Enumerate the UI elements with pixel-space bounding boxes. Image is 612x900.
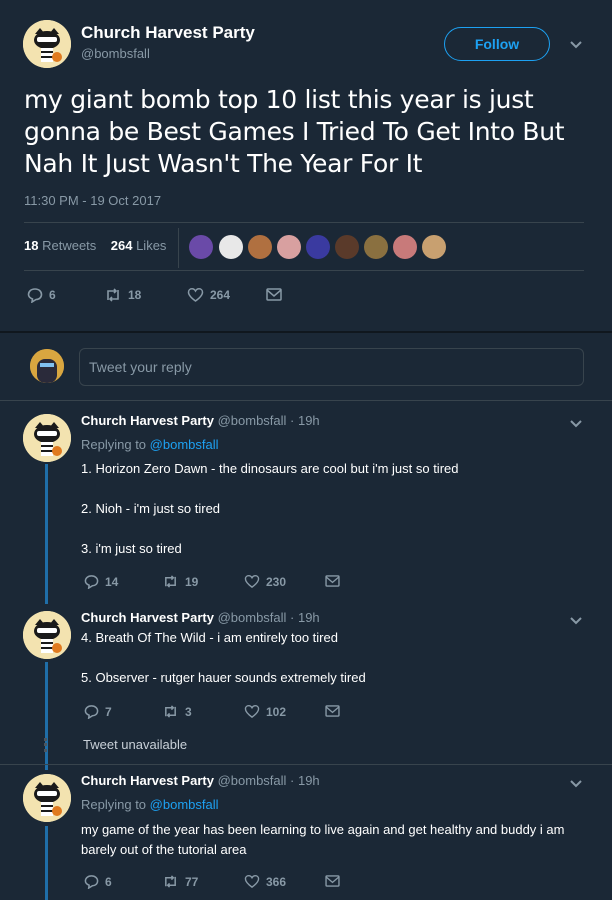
reply-avatar[interactable] <box>23 774 71 822</box>
reply-handle-time[interactable]: @bombsfall · 19h <box>218 773 320 788</box>
reply-handle-time[interactable]: @bombsfall · 19h <box>218 610 320 625</box>
heart-icon <box>244 574 260 589</box>
reply-author-name[interactable]: Church Harvest Party <box>81 610 214 625</box>
reply-author-name[interactable]: Church Harvest Party <box>81 773 214 788</box>
follow-button[interactable]: Follow <box>444 27 550 61</box>
liker-avatar[interactable] <box>219 235 243 259</box>
reply-count: 6 <box>49 288 56 302</box>
author-handle[interactable]: @bombsfall <box>81 46 150 61</box>
reply-icon <box>84 704 99 719</box>
chevron-down-icon[interactable] <box>569 779 583 789</box>
mail-icon <box>325 875 340 887</box>
liker-avatar[interactable] <box>189 235 213 259</box>
divider <box>0 331 612 333</box>
divider <box>24 270 584 271</box>
mail-icon <box>325 705 340 717</box>
reply-input[interactable]: Tweet your reply <box>79 348 584 386</box>
reply-action[interactable]: 6 <box>84 874 112 889</box>
retweet-icon <box>104 287 122 303</box>
retweet-icon <box>162 704 179 719</box>
reply-action[interactable]: 14 <box>84 574 118 589</box>
liker-avatar[interactable] <box>422 235 446 259</box>
message-action[interactable] <box>325 705 340 717</box>
mail-icon <box>325 575 340 587</box>
reply-avatar[interactable] <box>23 611 71 659</box>
liker-avatar[interactable] <box>335 235 359 259</box>
retweets-stat[interactable]: 18 Retweets <box>24 238 96 253</box>
retweet-action[interactable]: 77 <box>162 874 198 889</box>
like-action[interactable]: 264 <box>187 287 230 303</box>
liker-avatar[interactable] <box>393 235 417 259</box>
reply-header: Church Harvest Party @bombsfall · 19h <box>81 413 320 428</box>
like-action[interactable]: 230 <box>244 574 286 589</box>
chevron-down-icon[interactable] <box>569 419 583 429</box>
liker-avatar[interactable] <box>248 235 272 259</box>
liker-avatar[interactable] <box>277 235 301 259</box>
retweet-action[interactable]: 18 <box>104 287 141 303</box>
tweet-text: my giant bomb top 10 list this year is j… <box>24 85 565 178</box>
thread-line <box>45 464 48 604</box>
author-avatar[interactable] <box>23 20 71 68</box>
tweet-stats: 18 Retweets 264 Likes <box>24 238 166 253</box>
heart-icon <box>244 704 260 719</box>
thread-line <box>45 826 48 900</box>
message-action[interactable] <box>325 575 340 587</box>
replying-to: Replying to @bombsfall <box>81 437 219 452</box>
user-avatar[interactable] <box>30 349 64 383</box>
retweet-icon <box>162 574 179 589</box>
divider <box>0 400 612 401</box>
stats-divider <box>178 228 179 268</box>
liker-avatar[interactable] <box>306 235 330 259</box>
reply-header: Church Harvest Party @bombsfall · 19h <box>81 610 320 625</box>
likes-stat[interactable]: 264 Likes <box>111 238 167 253</box>
reply-handle-time[interactable]: @bombsfall · 19h <box>218 413 320 428</box>
replying-to-link[interactable]: @bombsfall <box>150 437 219 452</box>
liker-avatar[interactable] <box>364 235 388 259</box>
retweet-action[interactable]: 3 <box>162 704 192 719</box>
reply-action[interactable]: 7 <box>84 704 112 719</box>
chevron-down-icon[interactable] <box>569 616 583 626</box>
heart-icon <box>244 874 260 889</box>
divider <box>0 764 612 765</box>
message-action[interactable] <box>266 288 282 301</box>
replying-to-link[interactable]: @bombsfall <box>150 797 219 812</box>
like-count: 264 <box>210 288 231 302</box>
reply-icon <box>84 874 99 889</box>
retweet-icon <box>162 874 179 889</box>
reply-text: 1. Horizon Zero Dawn - the dinosaurs are… <box>81 461 459 556</box>
tweet-timestamp[interactable]: 11:30 PM - 19 Oct 2017 <box>24 193 161 208</box>
replying-to: Replying to @bombsfall <box>81 797 219 812</box>
reply-header: Church Harvest Party @bombsfall · 19h <box>81 773 320 788</box>
chevron-down-icon[interactable] <box>569 40 583 50</box>
mail-icon <box>266 288 282 301</box>
reply-icon <box>84 574 99 589</box>
thread-dots <box>44 738 49 752</box>
reply-text: 4. Breath Of The Wild - i am entirely to… <box>81 630 366 685</box>
like-action[interactable]: 366 <box>244 874 286 889</box>
retweet-action[interactable]: 19 <box>162 574 198 589</box>
author-name[interactable]: Church Harvest Party <box>81 23 255 43</box>
reply-avatar[interactable] <box>23 414 71 462</box>
message-action[interactable] <box>325 875 340 887</box>
reply-icon <box>27 287 43 303</box>
reply-author-name[interactable]: Church Harvest Party <box>81 413 214 428</box>
reply-text: my game of the year has been learning to… <box>81 822 565 857</box>
thread-line <box>45 662 48 770</box>
reply-action[interactable]: 6 <box>27 287 56 303</box>
tweet-unavailable: Tweet unavailable <box>83 737 188 752</box>
retweet-count: 18 <box>128 288 142 302</box>
like-action[interactable]: 102 <box>244 704 286 719</box>
divider <box>24 222 584 223</box>
heart-icon <box>187 287 204 303</box>
